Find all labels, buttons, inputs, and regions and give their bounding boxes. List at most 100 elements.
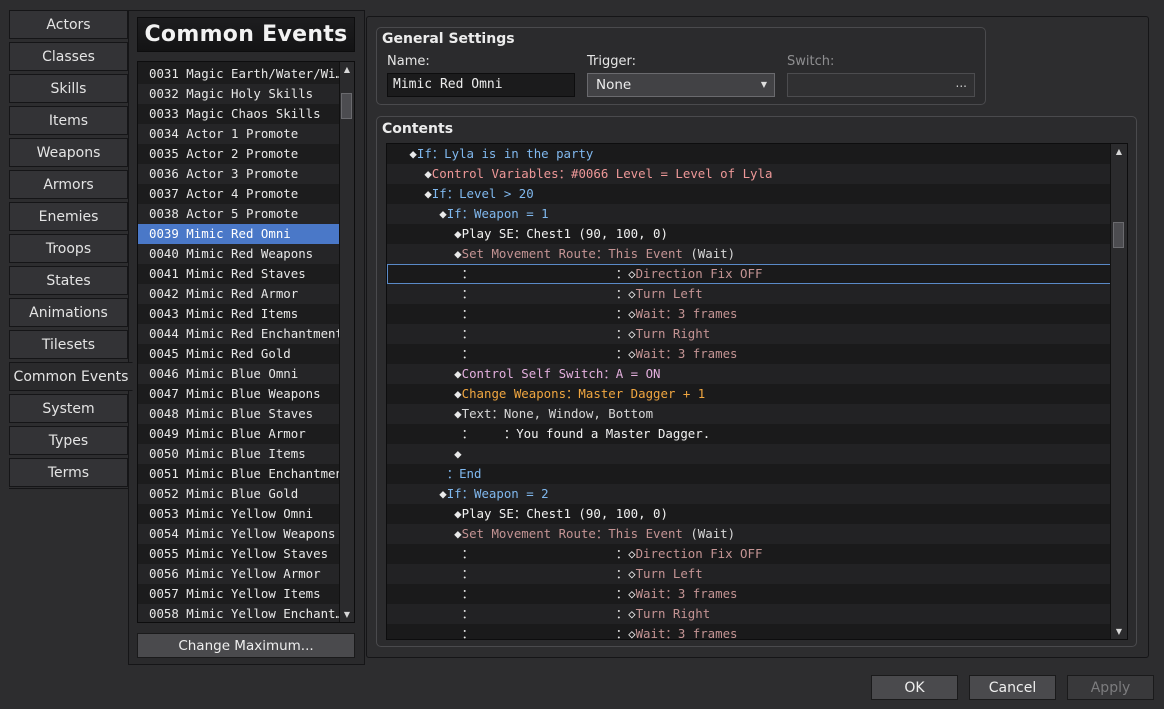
list-item[interactable]: 0047 Mimic Blue Weapons xyxy=(138,384,340,404)
command-row[interactable]: ◆If：Lyla is in the party xyxy=(387,144,1111,164)
command-text: (Wait) xyxy=(682,246,736,261)
tab-terms[interactable]: Terms xyxy=(9,458,128,487)
list-item[interactable]: 0056 Mimic Yellow Armor xyxy=(138,564,340,584)
command-row[interactable]: ： ：◇Turn Right xyxy=(387,324,1111,344)
apply-button[interactable]: Apply xyxy=(1067,675,1154,700)
command-row[interactable]: ◆If：Weapon = 1 xyxy=(387,204,1111,224)
list-item[interactable]: 0050 Mimic Blue Items xyxy=(138,444,340,464)
list-item[interactable]: 0051 Mimic Blue Enchantment xyxy=(138,464,340,484)
tab-tilesets[interactable]: Tilesets xyxy=(9,330,128,359)
triangle-up-icon[interactable]: ▲ xyxy=(1112,144,1126,158)
list-item[interactable]: 0035 Actor 2 Promote xyxy=(138,144,340,164)
general-settings-title: General Settings xyxy=(382,31,515,47)
list-item[interactable]: 0038 Actor 5 Promote xyxy=(138,204,340,224)
command-row[interactable]: ： ：◇Turn Left xyxy=(387,284,1111,304)
command-row[interactable]: ◆Text：None, Window, Bottom xyxy=(387,404,1111,424)
event-command-list[interactable]: ◆If：Lyla is in the party ◆Control Variab… xyxy=(386,143,1128,640)
command-indent: ： ： xyxy=(387,306,629,321)
command-indent xyxy=(387,366,454,381)
route-diamond-icon: ◇ xyxy=(628,286,636,301)
command-row[interactable]: ◆Change Weapons：Master Dagger + 1 xyxy=(387,384,1111,404)
list-item[interactable]: 0034 Actor 1 Promote xyxy=(138,124,340,144)
command-text: If：Level > 20 xyxy=(431,186,534,201)
command-row[interactable]: ◆Control Self Switch：A = ON xyxy=(387,364,1111,384)
route-diamond-icon: ◇ xyxy=(628,266,636,281)
tab-skills[interactable]: Skills xyxy=(9,74,128,103)
contents-scrollbar[interactable]: ▲ ▼ xyxy=(1110,144,1127,639)
triangle-down-icon[interactable]: ▼ xyxy=(340,607,354,621)
list-item[interactable]: 0037 Actor 4 Promote xyxy=(138,184,340,204)
command-row[interactable]: ◆Control Variables：#0066 Level = Level o… xyxy=(387,164,1111,184)
common-events-list[interactable]: 0031 Magic Earth/Water/Wi… 0032 Magic Hol… xyxy=(137,61,355,623)
list-item[interactable]: 0039 Mimic Red Omni xyxy=(138,224,340,244)
list-item[interactable]: 0041 Mimic Red Staves xyxy=(138,264,340,284)
command-diamond-icon: ◆ xyxy=(454,526,462,541)
tab-weapons[interactable]: Weapons xyxy=(9,138,128,167)
list-item[interactable]: 0044 Mimic Red Enchantment xyxy=(138,324,340,344)
command-row[interactable]: ◆Play SE：Chest1 (90, 100, 0) xyxy=(387,224,1111,244)
tab-types[interactable]: Types xyxy=(9,426,128,455)
command-indent xyxy=(387,386,454,401)
tab-animations[interactable]: Animations xyxy=(9,298,128,327)
tab-system[interactable]: System xyxy=(9,394,128,423)
command-row[interactable]: ◆ xyxy=(387,444,1111,464)
command-row[interactable]: ： ：◇Turn Left xyxy=(387,564,1111,584)
tab-troops[interactable]: Troops xyxy=(9,234,128,263)
command-row[interactable]: ： ：◇Turn Right xyxy=(387,604,1111,624)
tab-enemies[interactable]: Enemies xyxy=(9,202,128,231)
triangle-down-icon[interactable]: ▼ xyxy=(1112,624,1126,638)
list-item[interactable]: 0054 Mimic Yellow Weapons xyxy=(138,524,340,544)
command-row[interactable]: ： ：◇Wait：3 frames xyxy=(387,584,1111,604)
tab-armors[interactable]: Armors xyxy=(9,170,128,199)
contents-scroll-thumb[interactable] xyxy=(1113,222,1124,248)
list-item[interactable]: 0052 Mimic Blue Gold xyxy=(138,484,340,504)
list-scroll-thumb[interactable] xyxy=(341,93,352,119)
list-item[interactable]: 0053 Mimic Yellow Omni xyxy=(138,504,340,524)
list-item[interactable]: 0055 Mimic Yellow Staves xyxy=(138,544,340,564)
command-row[interactable]: ：End xyxy=(387,464,1111,484)
ok-button[interactable]: OK xyxy=(871,675,958,700)
list-item[interactable]: 0057 Mimic Yellow Items xyxy=(138,584,340,604)
list-item[interactable]: 0043 Mimic Red Items xyxy=(138,304,340,324)
tabs-divider xyxy=(9,488,128,489)
command-row[interactable]: ◆Set Movement Route：This Event (Wait) xyxy=(387,244,1111,264)
command-row[interactable]: ： ：◇Wait：3 frames xyxy=(387,624,1111,639)
command-row[interactable]: ： ：◇Wait：3 frames xyxy=(387,344,1111,364)
list-item[interactable]: 0036 Actor 3 Promote xyxy=(138,164,340,184)
list-item[interactable]: 0042 Mimic Red Armor xyxy=(138,284,340,304)
command-diamond-icon: ◆ xyxy=(439,486,447,501)
change-maximum-button[interactable]: Change Maximum... xyxy=(137,633,355,658)
list-item[interactable]: 0058 Mimic Yellow Enchant… xyxy=(138,604,340,622)
list-item[interactable]: 0032 Magic Holy Skills xyxy=(138,84,340,104)
list-item[interactable]: 0033 Magic Chaos Skills xyxy=(138,104,340,124)
triangle-up-icon[interactable]: ▲ xyxy=(340,62,354,76)
trigger-select[interactable]: None ▼ xyxy=(587,73,775,97)
tab-states[interactable]: States xyxy=(9,266,128,295)
command-diamond-icon: ◆ xyxy=(409,146,417,161)
tab-common-events[interactable]: Common Events xyxy=(9,362,133,391)
command-row[interactable]: ◆If：Level > 20 xyxy=(387,184,1111,204)
command-row[interactable]: ◆Play SE：Chest1 (90, 100, 0) xyxy=(387,504,1111,524)
list-item[interactable]: 0040 Mimic Red Weapons xyxy=(138,244,340,264)
command-row[interactable]: ： ：◇Direction Fix OFF xyxy=(387,264,1111,284)
list-item[interactable]: 0046 Mimic Blue Omni xyxy=(138,364,340,384)
tab-actors[interactable]: Actors xyxy=(9,10,128,39)
command-text: ：End xyxy=(446,466,482,481)
tab-items[interactable]: Items xyxy=(9,106,128,135)
list-item[interactable]: 0048 Mimic Blue Staves xyxy=(138,404,340,424)
command-text: Direction Fix OFF xyxy=(635,546,763,561)
command-row[interactable]: ： ：◇Wait：3 frames xyxy=(387,304,1111,324)
command-row[interactable]: ： ：◇Direction Fix OFF xyxy=(387,544,1111,564)
list-scrollbar[interactable]: ▲ ▼ xyxy=(339,62,354,622)
list-item[interactable]: 0031 Magic Earth/Water/Wi… xyxy=(138,64,340,84)
command-row[interactable]: ： ：You found a Master Dagger. xyxy=(387,424,1111,444)
list-item[interactable]: 0045 Mimic Red Gold xyxy=(138,344,340,364)
tab-classes[interactable]: Classes xyxy=(9,42,128,71)
list-item[interactable]: 0049 Mimic Blue Armor xyxy=(138,424,340,444)
command-row[interactable]: ◆Set Movement Route：This Event (Wait) xyxy=(387,524,1111,544)
cancel-button[interactable]: Cancel xyxy=(969,675,1056,700)
command-diamond-icon: ◆ xyxy=(424,186,432,201)
command-indent: ： ： xyxy=(387,546,629,561)
command-row[interactable]: ◆If：Weapon = 2 xyxy=(387,484,1111,504)
name-input[interactable]: Mimic Red Omni xyxy=(387,73,575,97)
